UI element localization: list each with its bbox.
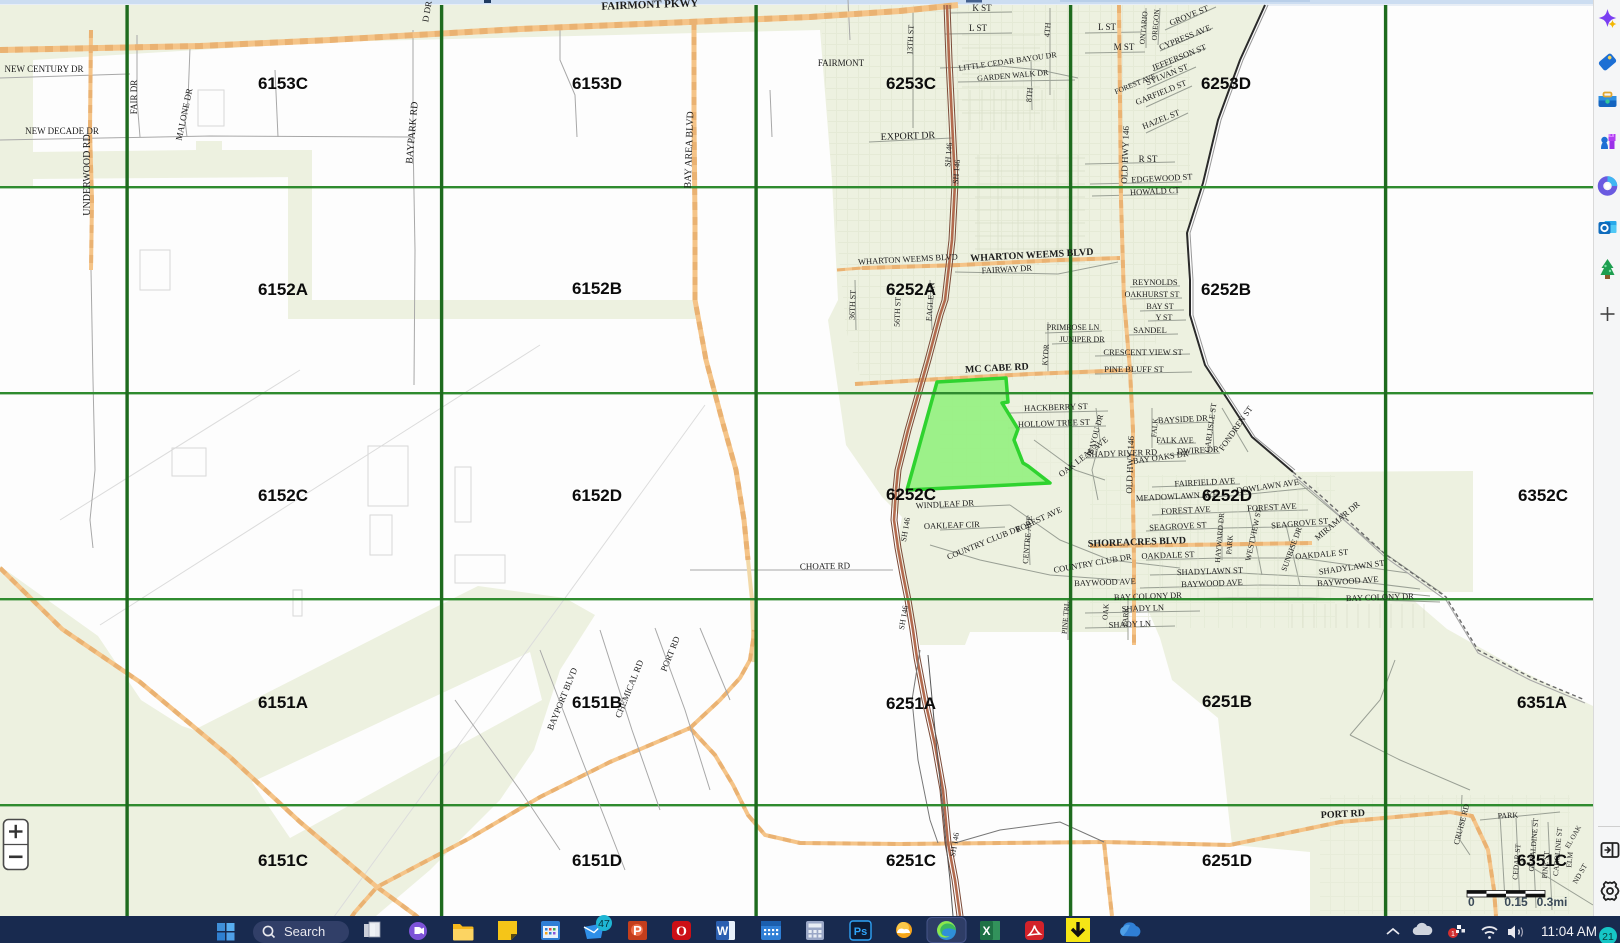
svg-text:6152A: 6152A (258, 280, 308, 299)
svg-text:P: P (633, 923, 642, 938)
svg-text:6253C: 6253C (886, 74, 936, 93)
svg-text:6153D: 6153D (572, 74, 622, 93)
svg-text:6251A: 6251A (886, 694, 936, 713)
svg-text:PARK: PARK (1224, 534, 1235, 555)
svg-text:JUNIPER DR: JUNIPER DR (1059, 335, 1105, 344)
svg-text:R ST: R ST (1139, 154, 1158, 164)
svg-text:56TH ST: 56TH ST (892, 297, 902, 327)
svg-text:BAY ST: BAY ST (1146, 302, 1173, 311)
svg-text:6151C: 6151C (258, 851, 308, 870)
svg-text:M ST: M ST (1114, 42, 1135, 52)
svg-text:UNDERWOOD RD: UNDERWOOD RD (82, 134, 93, 215)
svg-text:Y ST: Y ST (1156, 313, 1173, 322)
svg-text:6252A: 6252A (886, 280, 936, 299)
svg-text:47: 47 (598, 918, 610, 930)
svg-text:FAIRMONT: FAIRMONT (818, 58, 865, 68)
svg-text:6252C: 6252C (886, 485, 936, 504)
svg-text:6351A: 6351A (1517, 693, 1567, 712)
svg-text:6352C: 6352C (1518, 486, 1568, 505)
svg-text:4TH: 4TH (1042, 22, 1052, 38)
svg-text:CHOATE RD: CHOATE RD (800, 561, 851, 572)
svg-text:OAK: OAK (1100, 603, 1110, 621)
svg-text:NEW CENTURY DR: NEW CENTURY DR (4, 64, 83, 74)
svg-text:SANDEL: SANDEL (1133, 325, 1167, 335)
svg-text:13TH ST: 13TH ST (905, 25, 916, 56)
svg-text:PARK: PARK (1497, 811, 1518, 821)
svg-text:KYDR: KYDR (1040, 344, 1051, 366)
svg-text:6252B: 6252B (1201, 280, 1251, 299)
svg-text:PORT RD: PORT RD (1321, 808, 1366, 821)
svg-text:0.15: 0.15 (1504, 895, 1528, 909)
svg-text:X: X (982, 924, 990, 938)
svg-text:Ps: Ps (854, 926, 867, 938)
svg-text:36TH ST: 36TH ST (847, 290, 857, 320)
svg-text:K ST: K ST (972, 3, 992, 13)
svg-text:6153C: 6153C (258, 74, 308, 93)
svg-text:6251D: 6251D (1202, 851, 1252, 870)
svg-text:21: 21 (1602, 931, 1614, 943)
svg-text:OAKLEAF CIR: OAKLEAF CIR (924, 519, 981, 531)
svg-text:L ST: L ST (969, 23, 987, 33)
svg-text:OAKDALE ST: OAKDALE ST (1141, 549, 1195, 561)
svg-text:OAKHURST ST: OAKHURST ST (1125, 290, 1180, 299)
svg-text:6351C: 6351C (1517, 851, 1567, 870)
svg-text:6152C: 6152C (258, 486, 308, 505)
svg-text:W: W (717, 924, 729, 938)
svg-text:6151B: 6151B (572, 693, 622, 712)
svg-text:6252D: 6252D (1202, 486, 1252, 505)
svg-text:6151A: 6151A (258, 693, 308, 712)
svg-text:0.3mi: 0.3mi (1537, 895, 1568, 909)
svg-text:SHADY LN: SHADY LN (1109, 618, 1152, 629)
svg-text:PINE BLUFF ST: PINE BLUFF ST (1104, 364, 1164, 374)
svg-text:6251B: 6251B (1202, 692, 1252, 711)
svg-text:PRIMROSE LN: PRIMROSE LN (1047, 323, 1100, 332)
svg-text:OLD HWY 146: OLD HWY 146 (1124, 435, 1136, 493)
svg-text:PARK: PARK (1120, 606, 1131, 627)
svg-text:8TH: 8TH (1024, 87, 1034, 103)
svg-text:6251C: 6251C (886, 851, 936, 870)
svg-text:CRESCENT VIEW ST: CRESCENT VIEW ST (1103, 347, 1183, 357)
svg-text:6152B: 6152B (572, 279, 622, 298)
svg-text:6253D: 6253D (1201, 74, 1251, 93)
svg-text:REYNOLDS: REYNOLDS (1132, 277, 1178, 287)
svg-text:EXPORT DR: EXPORT DR (880, 130, 935, 143)
svg-text:6151D: 6151D (572, 851, 622, 870)
svg-text:0: 0 (1468, 895, 1475, 909)
svg-text:FAIR DR: FAIR DR (129, 80, 139, 115)
svg-text:Search: Search (284, 924, 325, 939)
svg-text:O: O (676, 925, 687, 940)
svg-text:L ST: L ST (1098, 22, 1116, 32)
svg-text:OLD HWY 146: OLD HWY 146 (1119, 125, 1131, 183)
svg-text:FALK AVE: FALK AVE (1156, 436, 1193, 445)
svg-text:6152D: 6152D (572, 486, 622, 505)
svg-text:1: 1 (1451, 931, 1455, 938)
svg-text:11:04 AM: 11:04 AM (1541, 924, 1597, 939)
